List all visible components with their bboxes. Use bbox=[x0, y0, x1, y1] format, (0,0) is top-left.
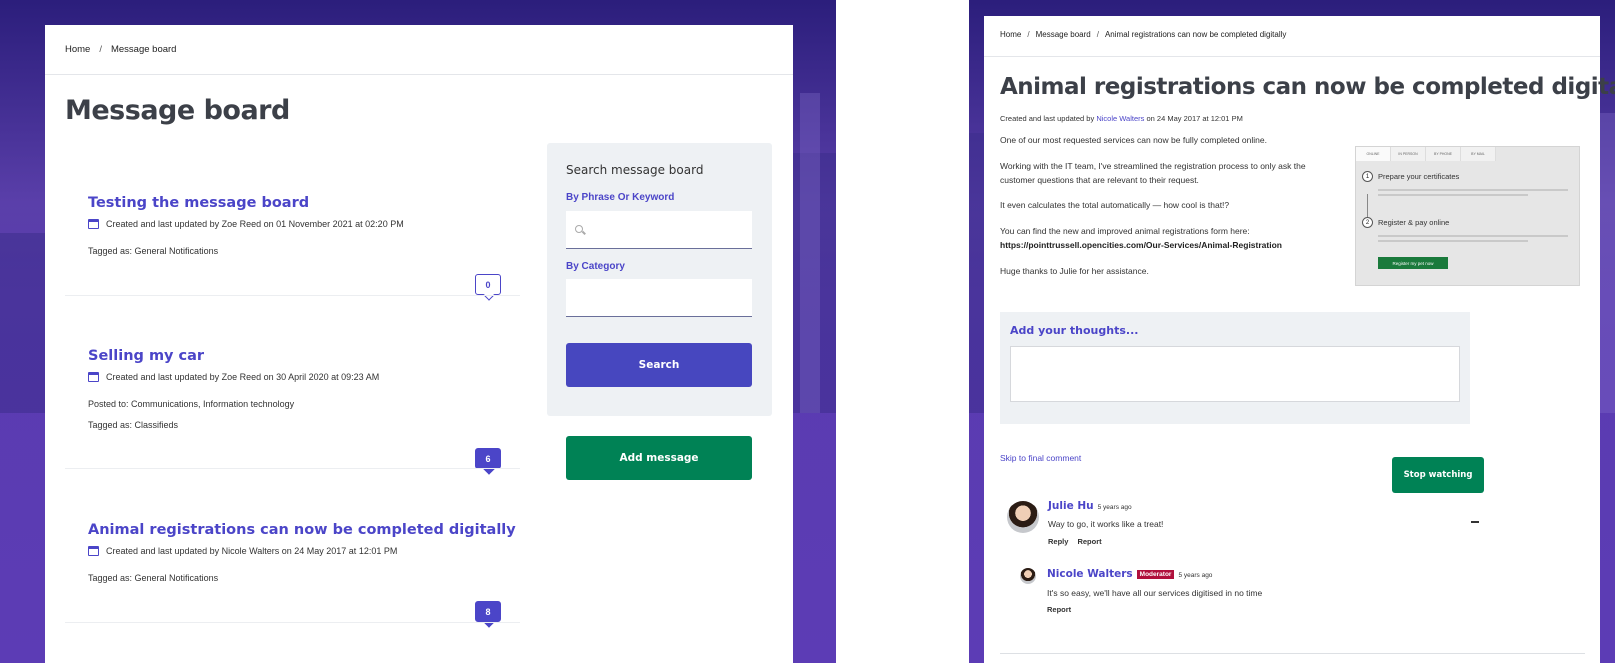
comment-form: Add your thoughts... bbox=[1000, 312, 1470, 424]
message-tags: Tagged as: General Notifications bbox=[88, 246, 219, 256]
comment-text: Way to go, it works like a treat! bbox=[1048, 519, 1164, 529]
avatar bbox=[1007, 501, 1039, 533]
divider bbox=[1000, 653, 1585, 654]
search-panel: Search message board By Phrase Or Keywor… bbox=[547, 143, 772, 416]
article-paragraph: Working with the IT team, I've streamlin… bbox=[1000, 161, 1306, 185]
breadcrumb-home[interactable]: Home bbox=[65, 44, 90, 55]
message-board-panel: Home / Message board Message board Testi… bbox=[45, 25, 793, 663]
message-meta-text: Created and last updated by Zoe Reed on … bbox=[106, 372, 380, 382]
skip-to-final-comment-link[interactable]: Skip to final comment bbox=[1000, 453, 1081, 463]
divider bbox=[45, 74, 793, 75]
message-title[interactable]: Animal registrations can now be complete… bbox=[88, 522, 516, 538]
message-meta-text: Created and last updated by Zoe Reed on … bbox=[106, 219, 404, 229]
category-input[interactable] bbox=[566, 279, 752, 317]
comment-count-badge[interactable]: 0 bbox=[475, 274, 501, 295]
breadcrumb-current: Animal registrations can now be complete… bbox=[1104, 30, 1287, 39]
message-title[interactable]: Testing the message board bbox=[88, 195, 309, 211]
message-tags: Tagged as: General Notifications bbox=[88, 573, 219, 583]
article-paragraph: Huge thanks to Julie for her assistance. bbox=[1000, 266, 1149, 276]
article-title: Animal registrations can now be complete… bbox=[1000, 74, 1615, 100]
message-title[interactable]: Selling my car bbox=[88, 348, 204, 364]
search-icon bbox=[575, 225, 583, 233]
comment-count-badge[interactable]: 8 bbox=[475, 601, 501, 622]
registration-link[interactable]: https://pointtrussell.opencities.com/Our… bbox=[1000, 240, 1282, 250]
article-byline: Created and last updated by Nicole Walte… bbox=[1000, 114, 1243, 123]
message-meta: Created and last updated by Zoe Reed on … bbox=[88, 372, 379, 382]
breadcrumb: Home / Message board bbox=[65, 44, 176, 55]
comment-time: 5 years ago bbox=[1097, 504, 1132, 511]
comment-actions: Reply Report bbox=[1048, 537, 1102, 546]
comment-count-badge[interactable]: 6 bbox=[475, 448, 501, 469]
message-meta: Created and last updated by Nicole Walte… bbox=[88, 546, 397, 556]
comment-textarea[interactable] bbox=[1010, 346, 1460, 402]
breadcrumb: Home / Message board / Animal registrati… bbox=[1000, 30, 1286, 39]
breadcrumb-separator: / bbox=[1027, 30, 1030, 39]
image-step: 1 Prepare your certificates bbox=[1362, 171, 1459, 182]
divider bbox=[65, 468, 520, 469]
breadcrumb-separator: / bbox=[99, 44, 102, 55]
comment-actions: Report bbox=[1047, 605, 1071, 614]
breadcrumb-message-board[interactable]: Message board bbox=[1036, 30, 1091, 39]
moderator-badge: Moderator bbox=[1136, 570, 1175, 579]
report-link[interactable]: Report bbox=[1077, 537, 1101, 546]
author-link[interactable]: Nicole Walters bbox=[1096, 114, 1144, 123]
message-posted-to: Posted to: Communications, Information t… bbox=[88, 399, 295, 409]
message-meta-text: Created and last updated by Nicole Walte… bbox=[106, 546, 398, 556]
message-meta: Created and last updated by Zoe Reed on … bbox=[88, 219, 404, 229]
message-tags: Tagged as: Classifieds bbox=[88, 420, 179, 430]
article-paragraph: You can find the new and improved animal… bbox=[1000, 226, 1282, 250]
keyword-label: By Phrase Or Keyword bbox=[566, 192, 675, 203]
category-label: By Category bbox=[566, 261, 625, 272]
report-link[interactable]: Report bbox=[1047, 605, 1071, 614]
keyword-search-input[interactable] bbox=[566, 211, 752, 249]
article-panel: Home / Message board / Animal registrati… bbox=[984, 16, 1615, 663]
registration-screenshot-image: ONLINE IN PERSON BY PHONE BY MAIL 1 Prep… bbox=[1355, 146, 1580, 286]
page-title: Message board bbox=[65, 95, 290, 126]
add-message-button[interactable]: Add message bbox=[566, 436, 752, 480]
avatar bbox=[1020, 568, 1036, 584]
stop-watching-button[interactable]: Stop watching bbox=[1392, 457, 1484, 493]
divider bbox=[65, 622, 520, 623]
divider bbox=[984, 56, 1600, 57]
search-panel-title: Search message board bbox=[566, 163, 704, 177]
breadcrumb-home[interactable]: Home bbox=[1000, 30, 1021, 39]
calendar-icon bbox=[88, 546, 99, 556]
comment-text: It's so easy, we'll have all our service… bbox=[1047, 588, 1263, 598]
comment-author: Julie Hu 5 years ago bbox=[1048, 500, 1132, 512]
search-button[interactable]: Search bbox=[566, 343, 752, 387]
reply-link[interactable]: Reply bbox=[1048, 537, 1068, 546]
divider bbox=[65, 295, 520, 296]
comment-time: 5 years ago bbox=[1178, 572, 1213, 579]
collapse-icon[interactable] bbox=[1471, 521, 1479, 523]
breadcrumb-message-board[interactable]: Message board bbox=[111, 44, 176, 55]
article-paragraph: One of our most requested services can n… bbox=[1000, 135, 1267, 145]
article-paragraph: It even calculates the total automatical… bbox=[1000, 200, 1230, 210]
breadcrumb-separator: / bbox=[1096, 30, 1099, 39]
calendar-icon bbox=[88, 372, 99, 382]
image-step: 2 Register & pay online bbox=[1362, 217, 1449, 228]
image-tabs: ONLINE IN PERSON BY PHONE BY MAIL bbox=[1356, 147, 1496, 161]
comment-form-title: Add your thoughts... bbox=[1010, 324, 1139, 337]
comment-author: Nicole Walters Moderator 5 years ago bbox=[1047, 568, 1213, 580]
calendar-icon bbox=[88, 219, 99, 229]
